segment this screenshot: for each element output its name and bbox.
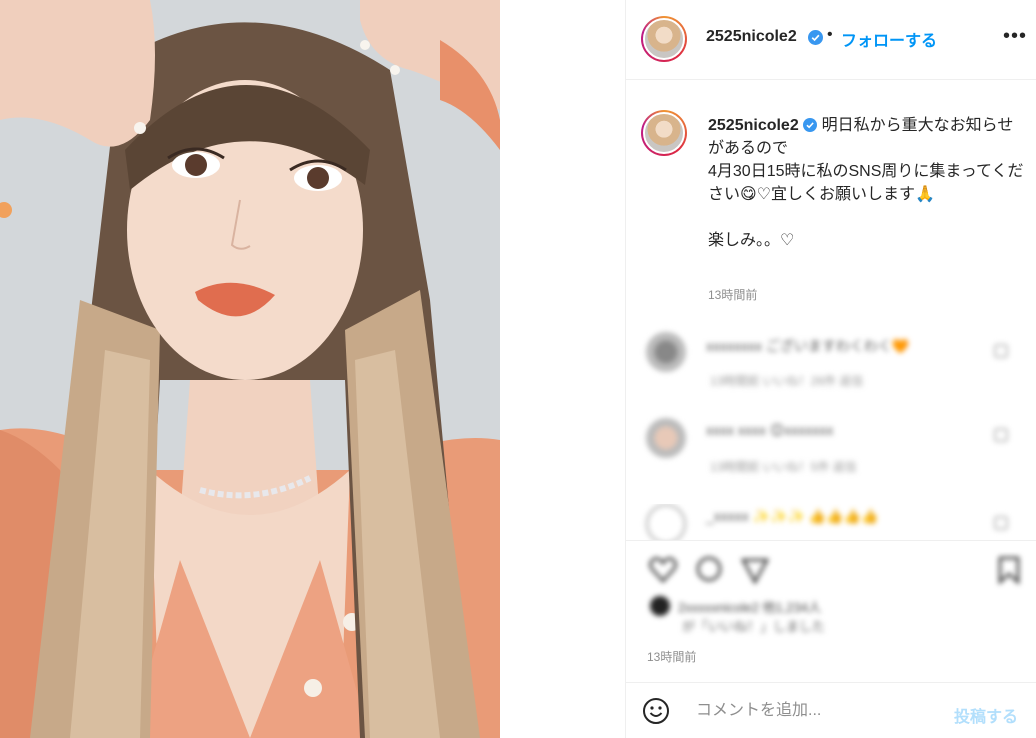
- follow-button[interactable]: フォローする: [841, 27, 937, 51]
- commenter-avatar[interactable]: [646, 332, 686, 372]
- post-photo[interactable]: [0, 0, 500, 738]
- author-avatar[interactable]: [641, 16, 687, 62]
- comment-meta: 13時間前 いいね！5件 返信: [710, 460, 857, 474]
- author-username[interactable]: 2525nicole2: [706, 28, 797, 46]
- comment-item: xxxxxxxx ございますわくわく🧡 13時間前 いいね！26件 返信: [626, 332, 1036, 402]
- comment-meta: 13時間前 いいね！26件 返信: [710, 374, 864, 388]
- post-comment-button[interactable]: 投稿する: [954, 703, 1018, 727]
- portrait-illustration: [0, 0, 500, 738]
- post-actions: [626, 540, 1036, 600]
- heart-icon[interactable]: [648, 555, 678, 585]
- post-header: 2525nicole2 • フォローする •••: [626, 0, 1036, 80]
- caption-line-3: 楽しみ。。♡: [708, 232, 795, 249]
- caption-username[interactable]: 2525nicole2: [708, 117, 799, 134]
- comment-input[interactable]: [696, 697, 946, 725]
- post-detail-panel: 2525nicole2 • フォローする ••• 2525nicole2 明日私…: [625, 0, 1036, 738]
- header-separator: •: [827, 26, 833, 43]
- more-options-icon[interactable]: •••: [1003, 26, 1027, 46]
- post-time: 13時間前: [647, 650, 697, 664]
- emoji-icon[interactable]: [642, 697, 670, 725]
- verified-badge-icon: [808, 30, 823, 45]
- comment-text: _xxxxx ✨✨✨ 👍👍👍👍: [706, 508, 879, 524]
- caption-time: 13時間前: [708, 288, 758, 302]
- comment-like-icon[interactable]: [994, 344, 1008, 358]
- caption-avatar[interactable]: [641, 110, 687, 156]
- comment-text: xxxxxxxx ございますわくわく🧡: [706, 338, 910, 354]
- likes-text: 2xxxxxnicole2 他1,234人: [678, 599, 822, 615]
- share-icon[interactable]: [740, 555, 770, 585]
- commenter-avatar[interactable]: [646, 418, 686, 458]
- comment-item: xxxx xxxx 😊xxxxxxx 13時間前 いいね！5件 返信: [626, 418, 1036, 488]
- comment-text: xxxx xxxx 😊xxxxxxx: [706, 422, 834, 438]
- likes-summary[interactable]: 2xxxxxnicole2 他1,234人 が「いいね！」しました: [650, 596, 950, 635]
- comment-like-icon[interactable]: [994, 428, 1008, 442]
- comment-item: _xxxxx ✨✨✨ 👍👍👍👍: [626, 504, 1036, 540]
- comment-bar: 投稿する: [626, 682, 1036, 738]
- post-caption: 2525nicole2 明日私から重大なお知らせがあるので 4月30日15時に私…: [708, 114, 1028, 252]
- verified-badge-icon: [803, 118, 818, 132]
- commenter-avatar[interactable]: [646, 504, 686, 540]
- comment-icon[interactable]: [694, 555, 724, 585]
- likes-subtext: が「いいね！」しました: [682, 619, 826, 634]
- comment-like-icon[interactable]: [994, 516, 1008, 530]
- caption-line-2: 4月30日15時に私のSNS周りに集まってください😋♡宜しくお願いします🙏: [708, 163, 1024, 203]
- liker-avatar: [650, 596, 670, 616]
- bookmark-icon[interactable]: [994, 555, 1024, 585]
